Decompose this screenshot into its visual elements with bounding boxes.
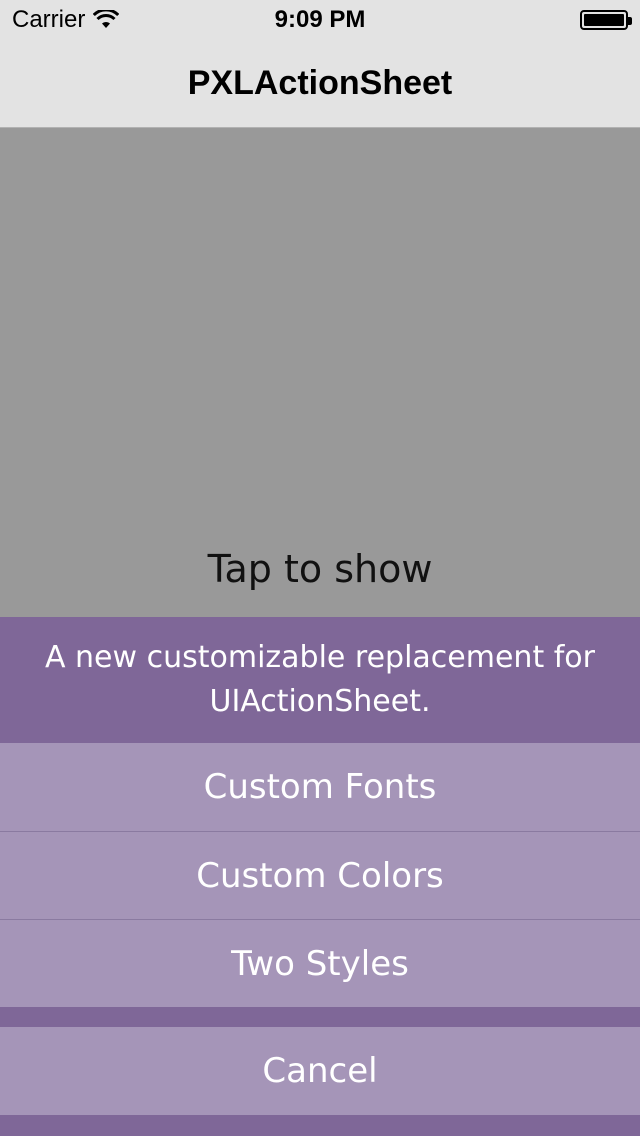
carrier-label: Carrier: [12, 6, 86, 33]
status-left: Carrier: [12, 6, 120, 34]
screen: Carrier 9:09 PM PXLActionSheet Tap to sh…: [0, 0, 640, 1136]
cancel-button[interactable]: Cancel: [0, 1027, 640, 1115]
battery-icon: [580, 10, 632, 30]
wifi-icon: [93, 10, 120, 28]
navigation-bar: PXLActionSheet: [0, 40, 640, 128]
action-sheet-title: A new customizable replacement for UIAct…: [44, 640, 595, 719]
status-bar: Carrier 9:09 PM: [0, 0, 640, 40]
battery-fill: [584, 14, 624, 26]
nav-title: PXLActionSheet: [187, 64, 453, 102]
main-content: Tap to show: [0, 129, 640, 617]
two-styles-button[interactable]: Two Styles: [0, 919, 640, 1007]
tap-to-show-button[interactable]: Tap to show: [0, 539, 640, 599]
custom-colors-button[interactable]: Custom Colors: [0, 831, 640, 919]
action-sheet: A new customizable replacement for UIAct…: [0, 617, 640, 1136]
sheet-divider-gap: [0, 1007, 640, 1027]
custom-fonts-button[interactable]: Custom Fonts: [0, 743, 640, 831]
